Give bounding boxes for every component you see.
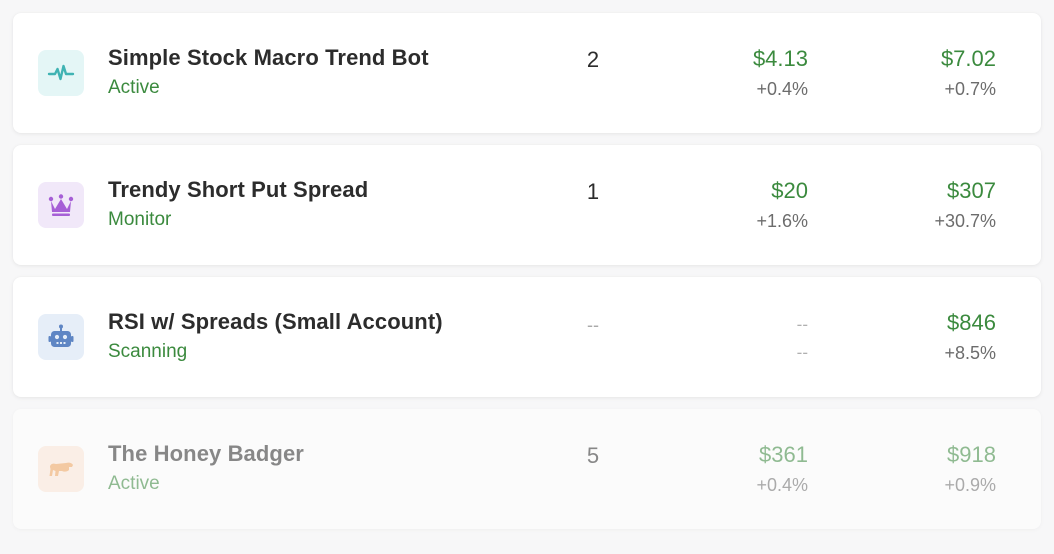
bot-pct-2: +8.5% — [944, 343, 996, 363]
bot-value-2: $307 — [947, 178, 996, 203]
bot-name: RSI w/ Spreads (Small Account) — [108, 309, 443, 334]
bot-list: Simple Stock Macro Trend Bot Active 2 $4… — [13, 13, 1041, 541]
bot-card[interactable]: RSI w/ Spreads (Small Account) Scanning … — [13, 277, 1041, 397]
bot-value-2: $846 — [947, 310, 996, 335]
crown-icon — [38, 182, 84, 228]
bot-count: 1 — [586, 179, 600, 204]
bot-count: 5 — [586, 443, 600, 468]
bot-pct-2: +30.7% — [934, 211, 996, 231]
bot-card[interactable]: Trendy Short Put Spread Monitor 1 $20 +1… — [13, 145, 1041, 265]
bot-value-1: $20 — [771, 178, 808, 203]
bot-count: -- — [587, 315, 599, 335]
pulse-icon — [38, 50, 84, 96]
bot-name: Trendy Short Put Spread — [108, 177, 369, 202]
bot-name: The Honey Badger — [108, 441, 304, 466]
bot-pct-1: -- — [796, 343, 808, 362]
bot-card[interactable]: The Honey Badger Active 5 $361 +0.4% $91… — [13, 409, 1041, 529]
bot-status: Monitor — [108, 209, 172, 230]
bot-status: Active — [108, 473, 160, 494]
bot-status: Scanning — [108, 341, 188, 362]
bot-pct-2: +0.9% — [944, 475, 996, 495]
bot-value-1: $4.13 — [752, 46, 808, 71]
robot-icon — [38, 314, 84, 360]
bot-value-2: $918 — [947, 442, 996, 467]
bot-name: Simple Stock Macro Trend Bot — [108, 45, 429, 70]
bot-pct-1: +0.4% — [756, 79, 808, 99]
bot-value-1: $361 — [759, 442, 808, 467]
bot-pct-1: +1.6% — [756, 211, 808, 231]
bot-value-1: -- — [796, 315, 808, 334]
bot-count: 2 — [586, 47, 600, 72]
bot-card[interactable]: Simple Stock Macro Trend Bot Active 2 $4… — [13, 13, 1041, 133]
honey-badger-icon — [38, 446, 84, 492]
bot-value-2: $7.02 — [940, 46, 996, 71]
bot-status: Active — [108, 77, 160, 98]
bot-pct-1: +0.4% — [756, 475, 808, 495]
bot-pct-2: +0.7% — [944, 79, 996, 99]
